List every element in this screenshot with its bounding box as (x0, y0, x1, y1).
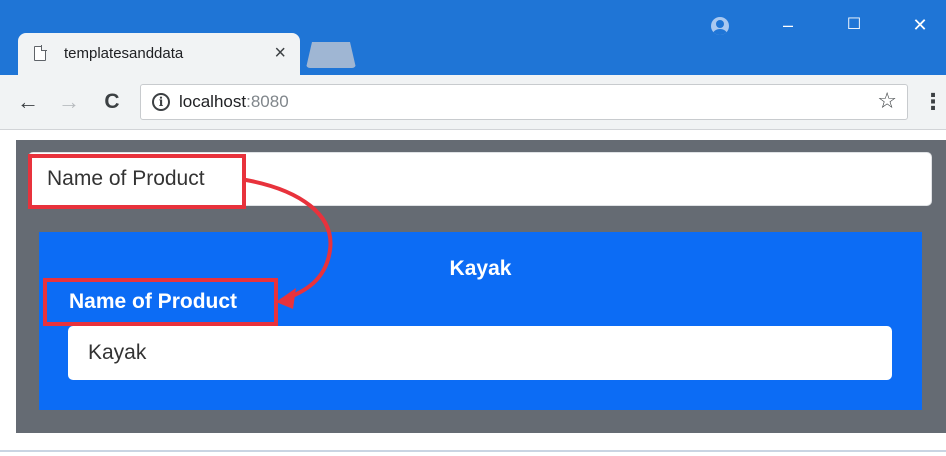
minimize-button[interactable]: – (758, 10, 818, 40)
account-icon[interactable] (711, 17, 729, 35)
close-window-button[interactable]: ✕ (890, 10, 946, 40)
url-port: :8080 (246, 92, 289, 111)
info-icon[interactable]: i (152, 93, 170, 111)
tab-close-icon[interactable]: × (274, 41, 286, 65)
url-text: localhost:8080 (179, 92, 289, 112)
browser-titlebar: templatesanddata × – ☐ ✕ (0, 0, 946, 76)
maximize-button[interactable]: ☐ (824, 10, 884, 40)
reload-button[interactable]: C (98, 87, 126, 117)
new-tab-button[interactable] (306, 42, 356, 68)
label-highlight-box (43, 278, 278, 326)
address-bar[interactable]: i localhost:8080 ☆ (140, 84, 908, 120)
page-bottom-edge (0, 450, 946, 452)
tab-title: templatesanddata (64, 45, 184, 62)
forward-button[interactable]: → (55, 87, 83, 117)
star-icon[interactable]: ☆ (877, 88, 897, 114)
back-button[interactable]: ← (14, 87, 42, 117)
browser-tab[interactable]: templatesanddata × (18, 33, 300, 76)
browser-toolbar: ← → C i localhost:8080 ☆ ⋮ (0, 75, 946, 130)
panel-name-input[interactable]: Kayak (68, 326, 892, 380)
menu-icon[interactable]: ⋮ (922, 87, 944, 117)
url-host: localhost (179, 92, 247, 111)
input-highlight-box (28, 154, 246, 209)
page-icon (34, 45, 47, 61)
